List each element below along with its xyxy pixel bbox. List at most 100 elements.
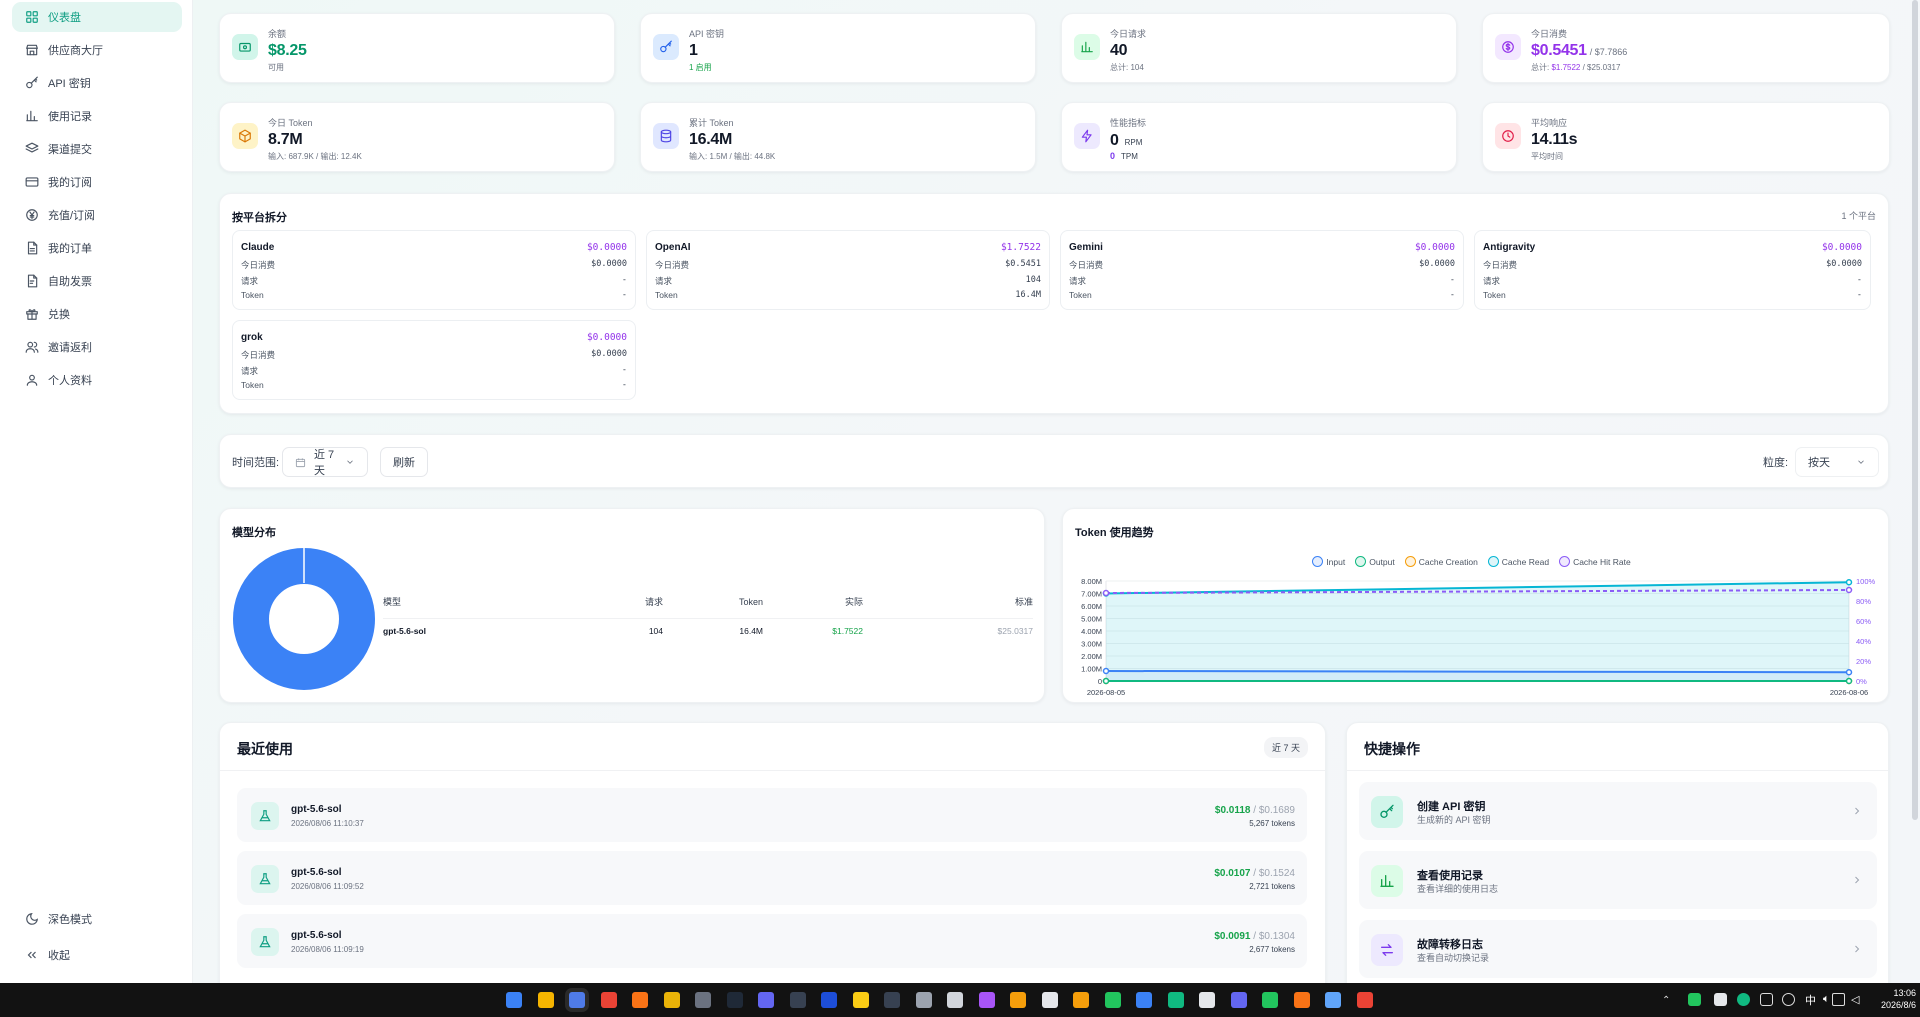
stat-sub: 总计: 104 (1110, 63, 1144, 72)
granularity-select[interactable]: 按天 (1795, 447, 1879, 477)
tray-chevron-icon[interactable]: ⌃ (1662, 995, 1670, 1006)
sidebar: 仪表盘 供应商大厅 API 密钥使用记录渠道提交 我的订阅 充值/订阅 我的订单 自助发票兑… (0, 0, 193, 983)
recent-timestamp: 2026/08/06 11:09:19 (291, 945, 364, 954)
speaker-tray-icon[interactable]: 🔈︎ (1823, 993, 1830, 1006)
y-tick-label: 0 (1098, 677, 1102, 686)
series-point[interactable] (1845, 677, 1853, 685)
photos-icon[interactable] (1325, 992, 1341, 1008)
sidebar-item-6[interactable]: 充值/订阅 (12, 200, 182, 230)
sidebar-item-label: 使用记录 (48, 111, 92, 123)
lightning-icon (1074, 123, 1100, 149)
app-icon[interactable] (947, 992, 963, 1008)
volume-tray-icon[interactable]: ◁ (1851, 993, 1859, 1006)
display-tray-icon[interactable] (1832, 993, 1845, 1006)
series-point[interactable] (1102, 589, 1110, 597)
app-icon[interactable] (1293, 992, 1310, 1008)
network-app-tray-icon[interactable] (1737, 993, 1750, 1006)
recent-usage-item[interactable]: gpt-5.6-sol 2026/08/06 11:10:37 $0.0118 / … (237, 788, 1307, 842)
recent-standard-cost: / $0.1524 (1253, 868, 1295, 879)
clipboard-tray-icon[interactable] (1760, 993, 1773, 1006)
legend-item-3[interactable]: Cache Read (1487, 556, 1549, 567)
platform-cost: $0.0000 (586, 332, 627, 343)
series-point[interactable] (1102, 677, 1110, 685)
app-icon[interactable] (695, 992, 711, 1008)
sidebar-item-3[interactable]: 使用记录 (12, 101, 182, 131)
app-icon[interactable] (663, 992, 680, 1008)
recent-usage-item[interactable]: gpt-5.6-sol 2026/08/06 11:09:52 $0.0107 / … (237, 851, 1307, 905)
sidebar-item-1[interactable]: 供应商大厅 (12, 35, 182, 65)
stat-sub-prefix: 总计: (1531, 63, 1552, 72)
refresh-button[interactable]: 刷新 (380, 447, 428, 477)
openai-icon[interactable] (1199, 992, 1215, 1008)
wechat-icon[interactable] (1262, 992, 1278, 1008)
app-icon[interactable] (569, 992, 585, 1008)
x-tick-label: 2026-08-06 (1830, 688, 1868, 697)
sidebar-item-2[interactable]: API 密钥 (12, 68, 182, 98)
stat-label: 今日 Token (268, 118, 313, 128)
page-scrollbar[interactable] (1912, 0, 1918, 820)
legend-item-1[interactable]: Output (1355, 556, 1395, 567)
series-point[interactable] (1845, 586, 1853, 594)
sidebar-item-4[interactable]: 渠道提交 (12, 134, 182, 164)
series-line-input[interactable] (1105, 670, 1850, 674)
app-icon[interactable] (758, 992, 774, 1008)
wechat-tray-icon[interactable] (1688, 993, 1701, 1006)
quick-action-0[interactable]: 创建 API 密钥 生成新的 API 密钥 (1359, 782, 1877, 840)
app-icon[interactable] (821, 992, 837, 1008)
ime-indicator[interactable]: 中 (1805, 992, 1816, 1008)
recent-usage-item[interactable]: gpt-5.6-sol 2026/08/06 11:09:19 $0.0091 / … (237, 914, 1307, 968)
collapse-button[interactable]: 收起 (12, 940, 182, 970)
app-icon[interactable] (1136, 992, 1152, 1008)
series-point[interactable] (1845, 579, 1853, 586)
series-point[interactable] (1102, 667, 1110, 675)
terminal-icon[interactable] (884, 992, 900, 1008)
time-range-select[interactable]: 近 7 天 (282, 447, 368, 477)
bar-chart-icon (25, 109, 39, 123)
sidebar-item-10[interactable]: 邀请返利 (12, 332, 182, 362)
file-explorer-icon[interactable] (537, 992, 554, 1008)
stat-value: 8.7M (268, 131, 303, 148)
legend-item-4[interactable]: Cache Hit Rate (1559, 556, 1631, 567)
start-menu-icon[interactable] (506, 992, 522, 1008)
app-icon[interactable] (1230, 992, 1247, 1008)
platform-cost: $1.7522 (1000, 242, 1041, 253)
sidebar-item-0[interactable]: 仪表盘 (12, 2, 182, 32)
app-icon[interactable] (1167, 992, 1184, 1008)
platform-card-3: Antigravity $0.0000 今日消费 $0.0000 请求 - Token - (1474, 230, 1871, 310)
series-point[interactable] (1845, 669, 1853, 676)
stat-value-secondary: / $7.7866 (1589, 47, 1628, 57)
wechat-app-icon[interactable] (1104, 992, 1121, 1008)
sidebar-item-5[interactable]: 我的订阅 (12, 167, 182, 197)
dark-mode-toggle[interactable]: 深色模式 (12, 904, 182, 934)
moon-icon (25, 912, 39, 926)
app-icon[interactable] (1073, 992, 1089, 1008)
app-icon[interactable] (726, 992, 743, 1008)
blender-icon[interactable] (632, 992, 648, 1008)
chrome-icon[interactable] (1356, 992, 1373, 1008)
quick-action-title: 故障转移日志 (1417, 939, 1483, 951)
vpn-tray-icon[interactable] (1782, 993, 1795, 1006)
sidebar-item-8[interactable]: 自助发票 (12, 266, 182, 296)
sidebar-item-9[interactable]: 兑换 (12, 299, 182, 329)
model-table-row[interactable]: gpt-5.6-sol 104 16.4M $1.7522 $25.0317 (383, 619, 1033, 636)
app-icon[interactable] (852, 992, 869, 1008)
sidebar-item-7[interactable]: 我的订单 (12, 233, 182, 263)
legend-item-0[interactable]: Input (1312, 556, 1345, 567)
quick-action-1[interactable]: 查看使用记录 查看详细的使用日志 (1359, 851, 1877, 909)
terminal-icon[interactable] (789, 992, 806, 1008)
stat-value: 16.4M (689, 131, 732, 148)
legend-item-2[interactable]: Cache Creation (1404, 556, 1478, 567)
platform-name: Antigravity (1483, 242, 1536, 253)
stat-value: $0.5451 (1531, 42, 1587, 59)
app-icon[interactable] (1041, 992, 1058, 1008)
app-tray-icon[interactable] (1714, 993, 1727, 1006)
app-icon[interactable] (1010, 992, 1026, 1008)
app-icon[interactable] (915, 992, 932, 1008)
sidebar-item-11[interactable]: 个人资料 (12, 365, 182, 395)
quick-action-2[interactable]: 故障转移日志 查看自动切换记录 (1359, 920, 1877, 978)
y-tick-label: 8.00M (1081, 577, 1102, 586)
sidebar-item-label: 邀请返利 (48, 342, 92, 354)
app-icon[interactable] (978, 992, 995, 1008)
chrome-icon[interactable] (600, 992, 617, 1008)
taskbar-clock[interactable]: 13:06 2026/8/6 (1868, 987, 1916, 1011)
